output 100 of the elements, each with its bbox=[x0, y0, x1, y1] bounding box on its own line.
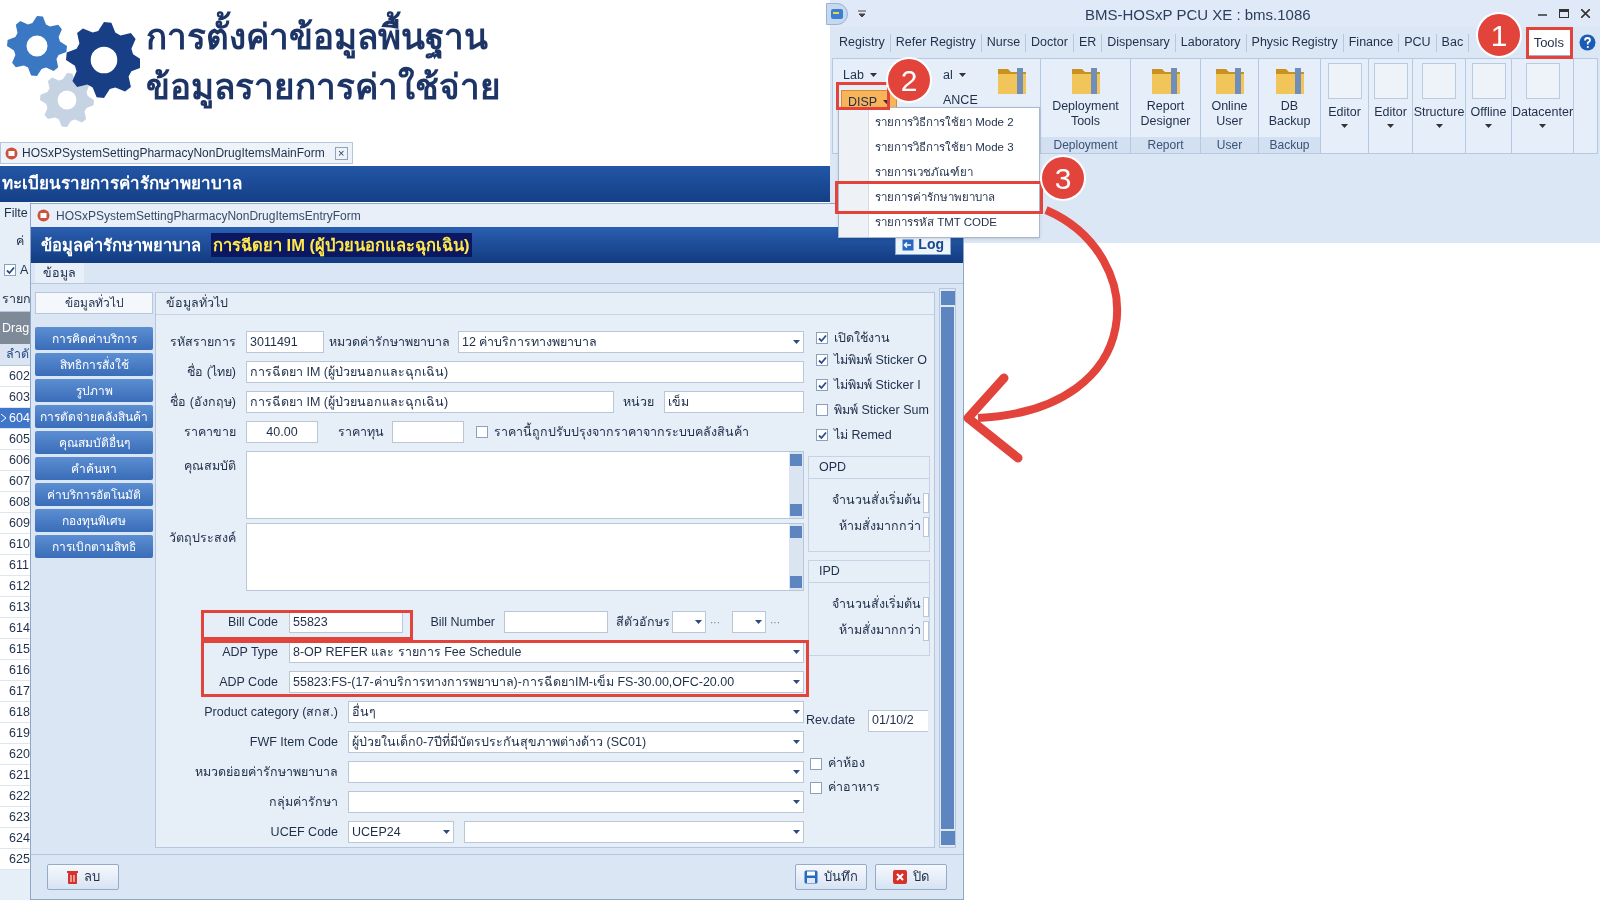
menu-item[interactable]: รายการเวชภัณฑ์ยา bbox=[839, 160, 1039, 185]
ribbon-tab[interactable]: Finance bbox=[1343, 33, 1400, 52]
quick-access-icon[interactable] bbox=[858, 9, 866, 18]
row-number[interactable]: 623 bbox=[0, 807, 32, 828]
dropdown-field[interactable]: อื่นๆ bbox=[348, 701, 804, 724]
text-field[interactable] bbox=[392, 421, 464, 444]
checkbox[interactable] bbox=[816, 332, 828, 345]
nav-tab[interactable]: การเบิกตามสิทธิ bbox=[35, 535, 153, 559]
row-number[interactable]: 619 bbox=[0, 723, 32, 744]
nav-tab[interactable]: รูปภาพ bbox=[35, 379, 153, 403]
dropdown-field[interactable] bbox=[348, 791, 804, 814]
row-number[interactable]: 625 bbox=[0, 849, 32, 870]
dropdown-field[interactable]: 8-OP REFER และ รายการ Fee Schedule bbox=[289, 641, 804, 664]
dropdown-field[interactable] bbox=[672, 611, 706, 634]
ribbon-button[interactable]: Lab bbox=[841, 65, 879, 85]
row-number[interactable]: 610 bbox=[0, 534, 32, 555]
tab-close-button[interactable]: × bbox=[334, 146, 348, 160]
nav-tab[interactable]: การตัดจ่ายคลังสินค้า bbox=[35, 405, 153, 429]
row-number[interactable]: 603 bbox=[0, 387, 32, 408]
ribbon-tab[interactable]: ER bbox=[1073, 33, 1103, 52]
text-field[interactable]: 01/10/2 bbox=[868, 709, 928, 732]
nav-tab[interactable]: ค่าบริการอัตโนมัติ bbox=[35, 483, 153, 507]
text-area[interactable] bbox=[246, 451, 804, 520]
row-number[interactable]: 613 bbox=[0, 597, 32, 618]
ribbon-tab[interactable]: Refer Registry bbox=[890, 33, 982, 52]
row-number[interactable]: 620 bbox=[0, 744, 32, 765]
ribbon-tab[interactable]: Laboratory bbox=[1175, 33, 1247, 52]
ribbon-tab[interactable]: Doctor bbox=[1026, 33, 1074, 52]
dropdown-field[interactable] bbox=[732, 611, 766, 634]
text-field[interactable] bbox=[923, 596, 929, 617]
nav-tab[interactable]: สิทธิการสั่งใช้ bbox=[35, 353, 153, 377]
checkbox[interactable] bbox=[810, 781, 822, 794]
ribbon-tab[interactable]: Nurse bbox=[981, 33, 1027, 52]
ribbon-button[interactable]: Datacenter bbox=[1512, 59, 1573, 153]
ribbon-tab[interactable]: Dispensary bbox=[1102, 33, 1176, 52]
row-number[interactable]: 624 bbox=[0, 828, 32, 849]
row-number[interactable]: 618 bbox=[0, 702, 32, 723]
scrollbar[interactable] bbox=[939, 288, 956, 849]
text-field[interactable]: 3011491 bbox=[246, 331, 324, 354]
text-field[interactable]: 40.00 bbox=[246, 421, 318, 444]
ribbon-tab[interactable]: Bac bbox=[1436, 33, 1470, 52]
checkbox[interactable] bbox=[816, 379, 828, 392]
ribbon-button[interactable]: Online User bbox=[1201, 59, 1258, 137]
nav-tab[interactable]: กองทุนพิเศษ bbox=[35, 509, 153, 533]
save-button[interactable]: บันทึก bbox=[795, 864, 867, 890]
dropdown-field[interactable]: UCEP24 bbox=[348, 821, 454, 844]
row-number[interactable]: 622 bbox=[0, 786, 32, 807]
row-number[interactable]: 604 bbox=[0, 408, 32, 429]
menu-item[interactable]: รายการวิธีการใช้ยา Mode 3 bbox=[839, 135, 1039, 160]
ribbon-tab[interactable]: Physic Registry bbox=[1246, 33, 1344, 52]
nav-tab[interactable]: คำค้นหา bbox=[35, 457, 153, 481]
ribbon-button[interactable]: Report Designer bbox=[1131, 59, 1200, 137]
row-number[interactable]: 617 bbox=[0, 681, 32, 702]
ribbon-tab[interactable]: Registry bbox=[834, 33, 891, 52]
close-icon[interactable] bbox=[1581, 9, 1590, 18]
row-number[interactable]: 606 bbox=[0, 450, 32, 471]
maximize-icon[interactable] bbox=[1559, 9, 1569, 18]
ellipsis-button[interactable]: ··· bbox=[766, 614, 784, 630]
row-number[interactable]: 621 bbox=[0, 765, 32, 786]
ribbon-button[interactable]: DB Backup bbox=[1259, 59, 1320, 137]
nav-tab[interactable]: คุณสมบัติอื่นๆ bbox=[35, 431, 153, 455]
text-field[interactable]: การฉีดยา IM (ผู้ป่วยนอกและฉุกเฉิน) bbox=[246, 391, 614, 414]
nav-tab[interactable]: การคิดค่าบริการ bbox=[35, 327, 153, 351]
checkbox[interactable] bbox=[816, 404, 828, 417]
menu-item[interactable]: รายการรหัส TMT CODE bbox=[839, 210, 1039, 235]
row-number[interactable]: 615 bbox=[0, 639, 32, 660]
text-field[interactable] bbox=[923, 492, 929, 513]
form-tab[interactable]: ข้อมูล bbox=[35, 263, 84, 284]
row-number[interactable]: 605 bbox=[0, 429, 32, 450]
ribbon-button[interactable]: Editor bbox=[1369, 59, 1412, 153]
close-button[interactable]: ปิด bbox=[875, 864, 947, 890]
text-field[interactable]: การฉีดยา IM (ผู้ป่วยนอกและฉุกเฉิน) bbox=[246, 361, 804, 384]
checkbox[interactable] bbox=[816, 429, 828, 442]
ribbon-button[interactable]: Offline bbox=[1466, 59, 1511, 153]
ribbon-button[interactable]: al bbox=[941, 65, 968, 85]
checkbox[interactable] bbox=[816, 354, 828, 367]
scrollbar[interactable] bbox=[789, 524, 803, 591]
row-number[interactable]: 608 bbox=[0, 492, 32, 513]
delete-button[interactable]: ลบ bbox=[47, 864, 119, 890]
text-field[interactable] bbox=[923, 516, 929, 537]
text-field[interactable]: เข็ม bbox=[664, 391, 804, 414]
row-number[interactable]: 602 bbox=[0, 366, 32, 387]
checkbox[interactable] bbox=[476, 426, 488, 439]
nav-tab[interactable]: ข้อมูลทั่วไป bbox=[35, 292, 153, 315]
ribbon-button[interactable]: Structure bbox=[1413, 59, 1465, 153]
dropdown-field[interactable] bbox=[348, 761, 804, 784]
dropdown-field[interactable]: 55823:FS-(17-ค่าบริการทางการพยาบาล)-การฉีดยาIM-เข็ม FS-30.00,OFC-20.00 bbox=[289, 671, 804, 694]
ellipsis-button[interactable]: ··· bbox=[706, 614, 724, 630]
app-button[interactable] bbox=[826, 2, 848, 25]
row-number[interactable]: 609 bbox=[0, 513, 32, 534]
row-number[interactable]: 616 bbox=[0, 660, 32, 681]
form-tab[interactable]: HOSxPSystemSettingPharmacyNonDrugItemsMainForm × bbox=[0, 142, 353, 164]
ribbon-button[interactable]: Deployment Tools bbox=[1041, 59, 1130, 137]
scrollbar[interactable] bbox=[789, 452, 803, 519]
row-number[interactable]: 607 bbox=[0, 471, 32, 492]
dropdown-field[interactable]: 12 ค่าบริการทางพยาบาล bbox=[458, 331, 804, 354]
dropdown-field[interactable]: ผู้ป่วยในเด็ก0-7ปีที่มีบัตรประกันสุขภาพต่างด้าว (SC01) bbox=[348, 731, 804, 754]
help-icon[interactable] bbox=[1579, 34, 1596, 51]
text-field[interactable] bbox=[504, 611, 608, 634]
row-number[interactable]: 612 bbox=[0, 576, 32, 597]
